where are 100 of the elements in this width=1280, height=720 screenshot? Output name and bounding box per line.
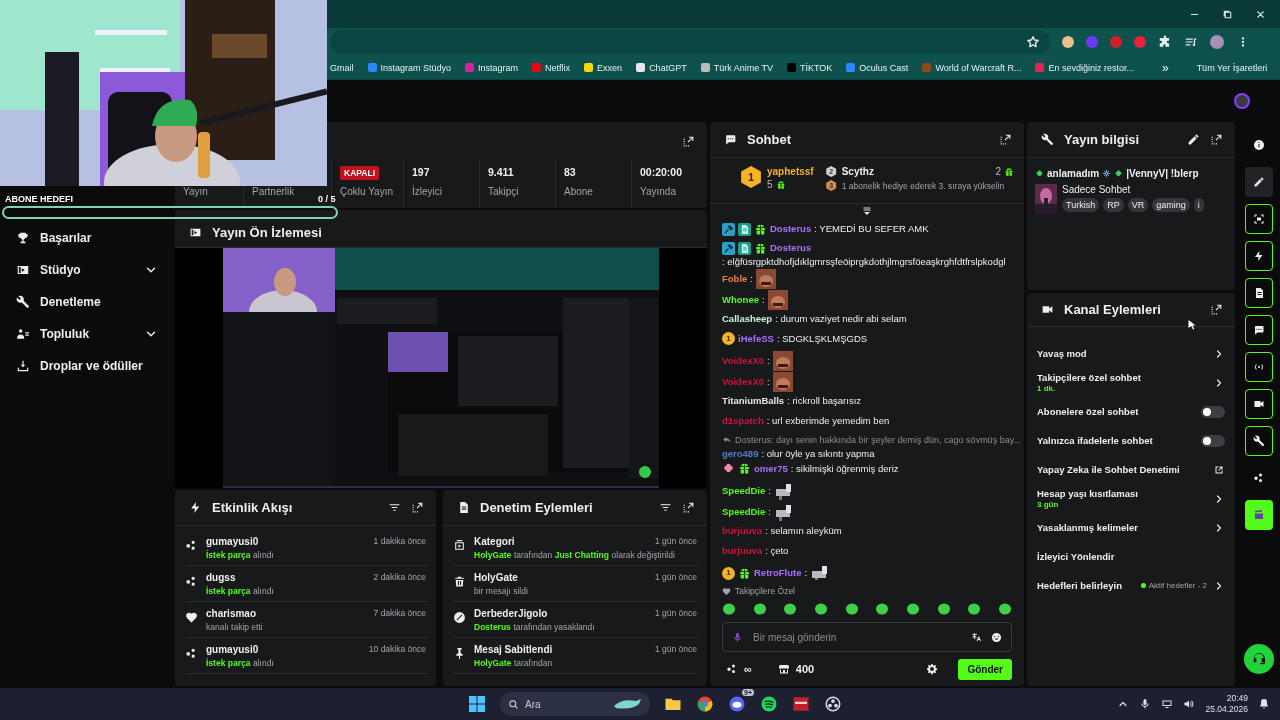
puzzle-icon[interactable] bbox=[1158, 35, 1172, 49]
obs-icon[interactable] bbox=[824, 695, 842, 713]
chat-username[interactable]: SpeedDie bbox=[722, 504, 766, 519]
rail-button[interactable] bbox=[1245, 241, 1273, 271]
user-avatar[interactable] bbox=[1234, 93, 1250, 109]
profile-avatar[interactable] bbox=[1210, 35, 1224, 49]
setting-row[interactable]: Yavaş mod bbox=[1037, 339, 1225, 368]
gift-icon bbox=[775, 179, 786, 190]
toggle-switch[interactable] bbox=[1201, 405, 1225, 418]
store-icon[interactable] bbox=[777, 663, 790, 675]
all-bookmarks[interactable]: Tüm Yer İşaretleri bbox=[1196, 62, 1268, 73]
chat-username[interactable]: Foble bbox=[722, 271, 748, 286]
rail-button[interactable] bbox=[1245, 278, 1273, 308]
settings-icon[interactable] bbox=[926, 663, 939, 675]
volume-icon[interactable] bbox=[1183, 698, 1196, 710]
translate-icon[interactable] bbox=[971, 631, 982, 643]
event-user: charismao bbox=[206, 608, 257, 619]
tag[interactable]: VR bbox=[1127, 198, 1149, 212]
popout-icon[interactable] bbox=[1210, 303, 1223, 316]
sidebar-item[interactable]: Topluluk bbox=[0, 318, 172, 350]
sidebar-item[interactable]: Denetleme bbox=[0, 286, 172, 318]
rail-button[interactable] bbox=[1245, 389, 1273, 419]
chat-username[interactable]: Callasheep bbox=[722, 311, 773, 326]
bookmark[interactable]: Gmail bbox=[330, 62, 354, 73]
popout-icon[interactable] bbox=[682, 134, 695, 148]
extension-icon[interactable] bbox=[1062, 36, 1074, 48]
chat-username[interactable]: Dosterus bbox=[770, 241, 812, 255]
clock-date[interactable]: 25.04.2026 bbox=[1205, 704, 1248, 715]
help-button[interactable] bbox=[1244, 644, 1274, 674]
bookmark[interactable]: Türk Anime TV bbox=[700, 62, 773, 73]
bookmark[interactable]: Netflix bbox=[532, 62, 571, 73]
rail-button[interactable] bbox=[1245, 315, 1273, 345]
tag[interactable]: Turkish bbox=[1062, 198, 1100, 212]
filter-icon[interactable] bbox=[388, 501, 401, 514]
action-detail: bir mesajı sildi bbox=[474, 586, 529, 596]
close-icon[interactable] bbox=[1255, 8, 1266, 20]
chat-username[interactable]: omer75 bbox=[754, 461, 788, 476]
popout-icon[interactable] bbox=[999, 133, 1012, 146]
clover-icon bbox=[1035, 169, 1044, 178]
rail-button[interactable] bbox=[1245, 204, 1273, 234]
network-icon[interactable] bbox=[1161, 698, 1174, 710]
category-name[interactable]: Sadece Sohbet bbox=[1062, 184, 1204, 195]
popout-icon[interactable] bbox=[1210, 133, 1223, 146]
setting-row[interactable]: Yasaklanmış kelimeler bbox=[1037, 513, 1225, 542]
bookmark[interactable]: Oculus Cast bbox=[846, 62, 909, 73]
chat-username[interactable]: gero489 bbox=[722, 447, 759, 462]
rail-button[interactable] bbox=[1245, 426, 1273, 456]
dots-icon bbox=[185, 575, 198, 588]
tag[interactable]: gaming bbox=[1152, 198, 1190, 212]
bookmark[interactable]: Instagram Stüdyo bbox=[367, 62, 452, 73]
event-user: gumayusi0 bbox=[206, 536, 259, 547]
rail-button[interactable] bbox=[1245, 352, 1273, 382]
chat-username[interactable]: SpeedDie bbox=[722, 483, 766, 498]
search-field[interactable]: Ara bbox=[500, 692, 650, 716]
chat-username[interactable]: Dosterus bbox=[770, 222, 812, 236]
emoji-icon[interactable] bbox=[991, 631, 1002, 643]
mixer-icon[interactable] bbox=[792, 695, 810, 713]
chat-username[interactable]: TitaniumBalls bbox=[722, 394, 785, 409]
popout-icon[interactable] bbox=[682, 501, 695, 514]
tag[interactable]: RP bbox=[1103, 198, 1124, 212]
message-input[interactable]: Bir mesaj gönderin bbox=[722, 622, 1012, 652]
windows-icon[interactable] bbox=[468, 695, 486, 713]
scroll-down-icon[interactable] bbox=[861, 205, 873, 217]
filter-icon[interactable] bbox=[659, 501, 672, 514]
chat-username[interactable]: iHefeSS bbox=[738, 331, 774, 346]
chat-username[interactable]: Whonee bbox=[722, 292, 759, 307]
spotify-icon[interactable] bbox=[760, 695, 778, 713]
goal-status[interactable]: Aktif hedefler - 2 bbox=[1140, 581, 1207, 590]
chrome-icon[interactable] bbox=[696, 695, 714, 713]
clock-time[interactable]: 20:49 bbox=[1226, 693, 1248, 704]
setting-row[interactable]: İzleyici Yönlendir bbox=[1037, 542, 1225, 571]
send-button[interactable]: Gönder bbox=[958, 658, 1012, 680]
bookmark[interactable]: TİKTOK bbox=[787, 62, 833, 73]
star-icon[interactable] bbox=[1026, 35, 1040, 49]
snowflake-icon bbox=[1102, 169, 1112, 178]
bookmark[interactable]: ChatGPT bbox=[636, 62, 687, 73]
toggle-switch[interactable] bbox=[1201, 434, 1225, 447]
edit-icon[interactable] bbox=[1187, 133, 1200, 146]
bell-icon[interactable] bbox=[1258, 698, 1270, 710]
bookmark[interactable]: Exxen bbox=[584, 62, 623, 73]
restore-icon[interactable] bbox=[1222, 8, 1233, 20]
emote-icon bbox=[936, 601, 951, 615]
tag[interactable]: i bbox=[1193, 198, 1204, 212]
setting-row[interactable]: Takipçilere özel sohbet 1 dk. bbox=[1037, 368, 1225, 397]
popout-icon[interactable] bbox=[411, 501, 424, 514]
sidebar-item[interactable]: Stüdyo bbox=[0, 254, 172, 286]
sidebar-item[interactable]: Droplar ve ödüller bbox=[0, 350, 172, 382]
emote-icon bbox=[813, 601, 828, 615]
discord-icon[interactable] bbox=[728, 695, 746, 713]
bookmark[interactable]: World of Warcraft R... bbox=[922, 62, 1022, 73]
rail-button[interactable] bbox=[1245, 167, 1273, 197]
gift-count: 2 bbox=[995, 166, 1001, 177]
setting-row[interactable]: Hesap yaşı kısıtlaması 3 gün bbox=[1037, 484, 1225, 513]
chat-username[interactable]: RetroFlute bbox=[754, 566, 802, 580]
sidebar-item[interactable]: Başarılar bbox=[0, 222, 172, 254]
bookmark[interactable]: Instagram bbox=[465, 62, 519, 73]
bookmark[interactable]: En sevdiğiniz restor... bbox=[1035, 62, 1134, 73]
chat-message: : sikilmişki öğrenmiş deriz bbox=[790, 461, 899, 476]
setting-row[interactable]: Yapay Zeka ile Sohbet Denetimi bbox=[1037, 455, 1225, 484]
more-bookmarks[interactable]: » bbox=[1161, 60, 1169, 75]
